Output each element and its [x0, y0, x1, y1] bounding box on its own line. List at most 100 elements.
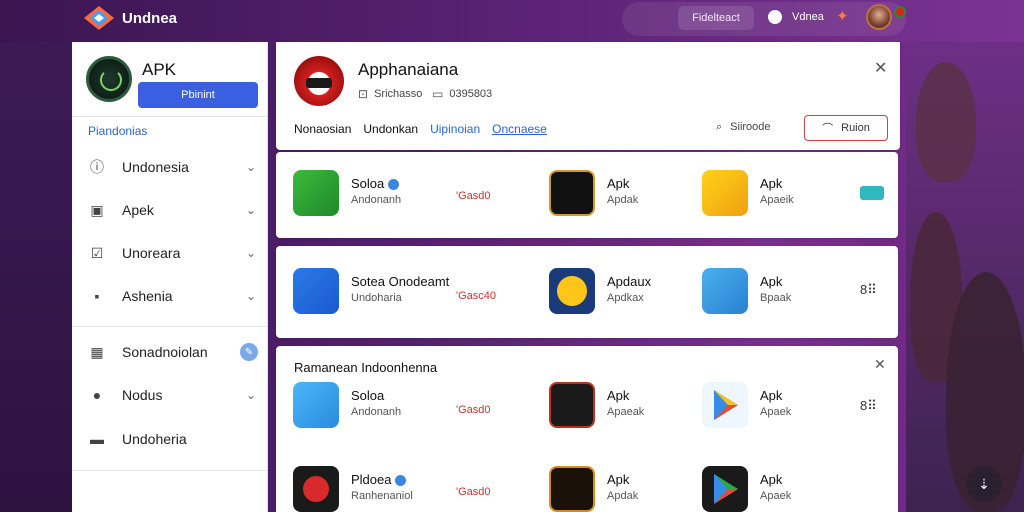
app-sub: Apdak: [607, 194, 639, 206]
app-tile[interactable]: Apdaux Apdkax: [549, 268, 699, 314]
app-tile[interactable]: Apk Apaek: [702, 466, 852, 512]
app-name: Apk: [760, 176, 783, 191]
app-sub: Apaeak: [607, 406, 645, 418]
close-icon[interactable]: ✕: [874, 356, 886, 373]
app-name: Apk: [607, 388, 630, 403]
divider: [72, 470, 268, 471]
app-name: Sotea Onodeamt: [351, 274, 450, 289]
user-outline-icon: ⌒: [822, 123, 834, 135]
app-icon: [294, 56, 344, 106]
floating-action-button[interactable]: ⇣: [966, 466, 1002, 502]
grid-menu-icon[interactable]: 8⠿: [860, 282, 877, 298]
app-name: Apk: [760, 472, 783, 487]
action-button[interactable]: ⌒ Ruion: [804, 115, 888, 141]
gift-icon[interactable]: ✦: [836, 8, 854, 26]
profile-button[interactable]: Pbinint: [138, 82, 258, 108]
brand-name: Undnea: [122, 10, 178, 27]
play-store-icon: [702, 466, 748, 512]
app-icon: [549, 466, 595, 512]
background-people-image: [906, 42, 1024, 512]
app-tile[interactable]: Soloa Andonanh: [293, 170, 443, 216]
sidebar-item-label: Undoheria: [122, 431, 187, 447]
sidebar-item-unoreara[interactable]: ☑ Unoreara ⌄: [88, 241, 258, 265]
sidebar-section-label: Piandonias: [88, 124, 148, 138]
sidebar-item-label: Nodus: [122, 387, 163, 403]
app-icon: [702, 268, 748, 314]
background-left: [0, 42, 72, 512]
chevron-down-icon[interactable]: ⌄: [244, 388, 258, 402]
app-sub: Andonanh: [351, 406, 402, 418]
sidebar-item-apek[interactable]: ▣ Apek ⌄: [88, 198, 258, 222]
tab-oncnaese[interactable]: Oncnaese: [492, 122, 547, 136]
user-label[interactable]: Vdnea: [792, 11, 824, 23]
play-store-icon: [702, 382, 748, 428]
sidebar-item-ashenia[interactable]: ▪ Ashenia ⌄: [88, 284, 258, 308]
app-meta-1-text: Srichasso: [374, 88, 423, 100]
tab-uipinoian[interactable]: Uipinoian: [430, 122, 480, 136]
chevron-down-icon[interactable]: ⌄: [244, 246, 258, 260]
app-header-card: Apphanaiana ⊡ Srichasso ▭ 0395803 ✕ Nona…: [276, 42, 900, 150]
sidebar-item-label: Undonesia: [122, 159, 189, 175]
card-icon: ▬: [90, 431, 104, 447]
app-tile[interactable]: Apk Apdak: [549, 170, 699, 216]
price-label: 'Gasc40: [456, 290, 497, 302]
app-icon: [293, 382, 339, 428]
app-tile[interactable]: Sotea Onodeamt Undoharia: [293, 268, 449, 314]
price-label: 'Gasd0: [456, 486, 491, 498]
app-name: Apk: [607, 472, 630, 487]
sidebar-item-undonesia[interactable]: ⓘ Undonesia ⌄: [88, 155, 258, 179]
app-sub: Andonanh: [351, 194, 402, 206]
tab-undonkan[interactable]: Undonkan: [363, 122, 418, 136]
search-button[interactable]: ⌕ Siiroode: [716, 116, 788, 138]
app-section-card: Ramanean Indoonhenna ✕ Soloa Andonanh 'G…: [276, 346, 898, 512]
top-action-button[interactable]: Fidelteact: [678, 6, 754, 30]
edit-icon[interactable]: ✎: [240, 343, 258, 361]
app-sub: Ranhenaniol: [351, 490, 413, 502]
user-avatar[interactable]: [866, 4, 892, 30]
app-tile[interactable]: Apk Apaeik: [702, 170, 852, 216]
top-bar: Undnea Fidelteact Vdnea ✦: [0, 0, 1024, 42]
app-tile[interactable]: Apk Apdak: [549, 466, 699, 512]
sidebar: APK Pbinint Piandonias ⓘ Undonesia ⌄ ▣ A…: [72, 42, 268, 512]
close-icon[interactable]: ✕: [874, 58, 887, 78]
app-meta-2-text: 0395803: [449, 88, 493, 100]
app-tile[interactable]: Apk Apaek: [702, 382, 852, 428]
download-icon: ⇣: [978, 475, 990, 492]
toggle-icon[interactable]: [860, 186, 884, 200]
app-tile[interactable]: Soloa Andonanh: [293, 382, 443, 428]
grid-menu-icon[interactable]: 8⠿: [860, 398, 877, 414]
chevron-down-icon[interactable]: ⌄: [244, 289, 258, 303]
app-name: Apk: [607, 176, 630, 191]
tab-nonaosian[interactable]: Nonaosian: [294, 122, 351, 136]
app-sub: Undoharia: [351, 292, 402, 304]
app-sub: Apdak: [607, 490, 639, 502]
camera-icon: ▭: [432, 87, 444, 101]
app-tile[interactable]: Apk Bpaak: [702, 268, 852, 314]
app-icon: [549, 170, 595, 216]
app-sub: Apaek: [760, 490, 792, 502]
sidebar-item-nodus[interactable]: ● Nodus ⌄: [88, 383, 258, 407]
chevron-down-icon[interactable]: ⌄: [244, 203, 258, 217]
app-sub: Apaek: [760, 406, 792, 418]
sidebar-item-undoheria[interactable]: ▬ Undoheria: [88, 427, 258, 451]
sidebar-item-sonadnoiolan[interactable]: ▦ Sonadnoiolan ✎: [88, 340, 258, 364]
app-icon: [293, 466, 339, 512]
sidebar-item-label: Sonadnoiolan: [122, 344, 208, 360]
notification-icon[interactable]: [768, 10, 782, 24]
sidebar-item-label: Unoreara: [122, 245, 181, 261]
sidebar-item-label: Ashenia: [122, 288, 173, 304]
person-icon: ●: [92, 387, 102, 403]
app-row-card-2: Sotea Onodeamt Undoharia 'Gasc40 Apdaux …: [276, 246, 898, 338]
action-label: Ruion: [841, 122, 870, 134]
app-sub: Apdkax: [607, 292, 644, 304]
chevron-down-icon[interactable]: ⌄: [244, 160, 258, 174]
app-title: Apphanaiana: [358, 60, 459, 79]
app-logo-icon[interactable]: [82, 4, 116, 34]
app-tile[interactable]: Apk Apaeak: [549, 382, 699, 428]
top-actions-pill: [622, 2, 906, 36]
app-row-card-1: Soloa Andonanh 'Gasd0 Apk Apdak Apk Apae…: [276, 152, 898, 238]
app-name: Soloa: [351, 388, 385, 403]
app-icon: [549, 382, 595, 428]
app-tile[interactable]: Pldoea Ranhenaniol: [293, 466, 443, 512]
profile-avatar[interactable]: [86, 56, 132, 102]
